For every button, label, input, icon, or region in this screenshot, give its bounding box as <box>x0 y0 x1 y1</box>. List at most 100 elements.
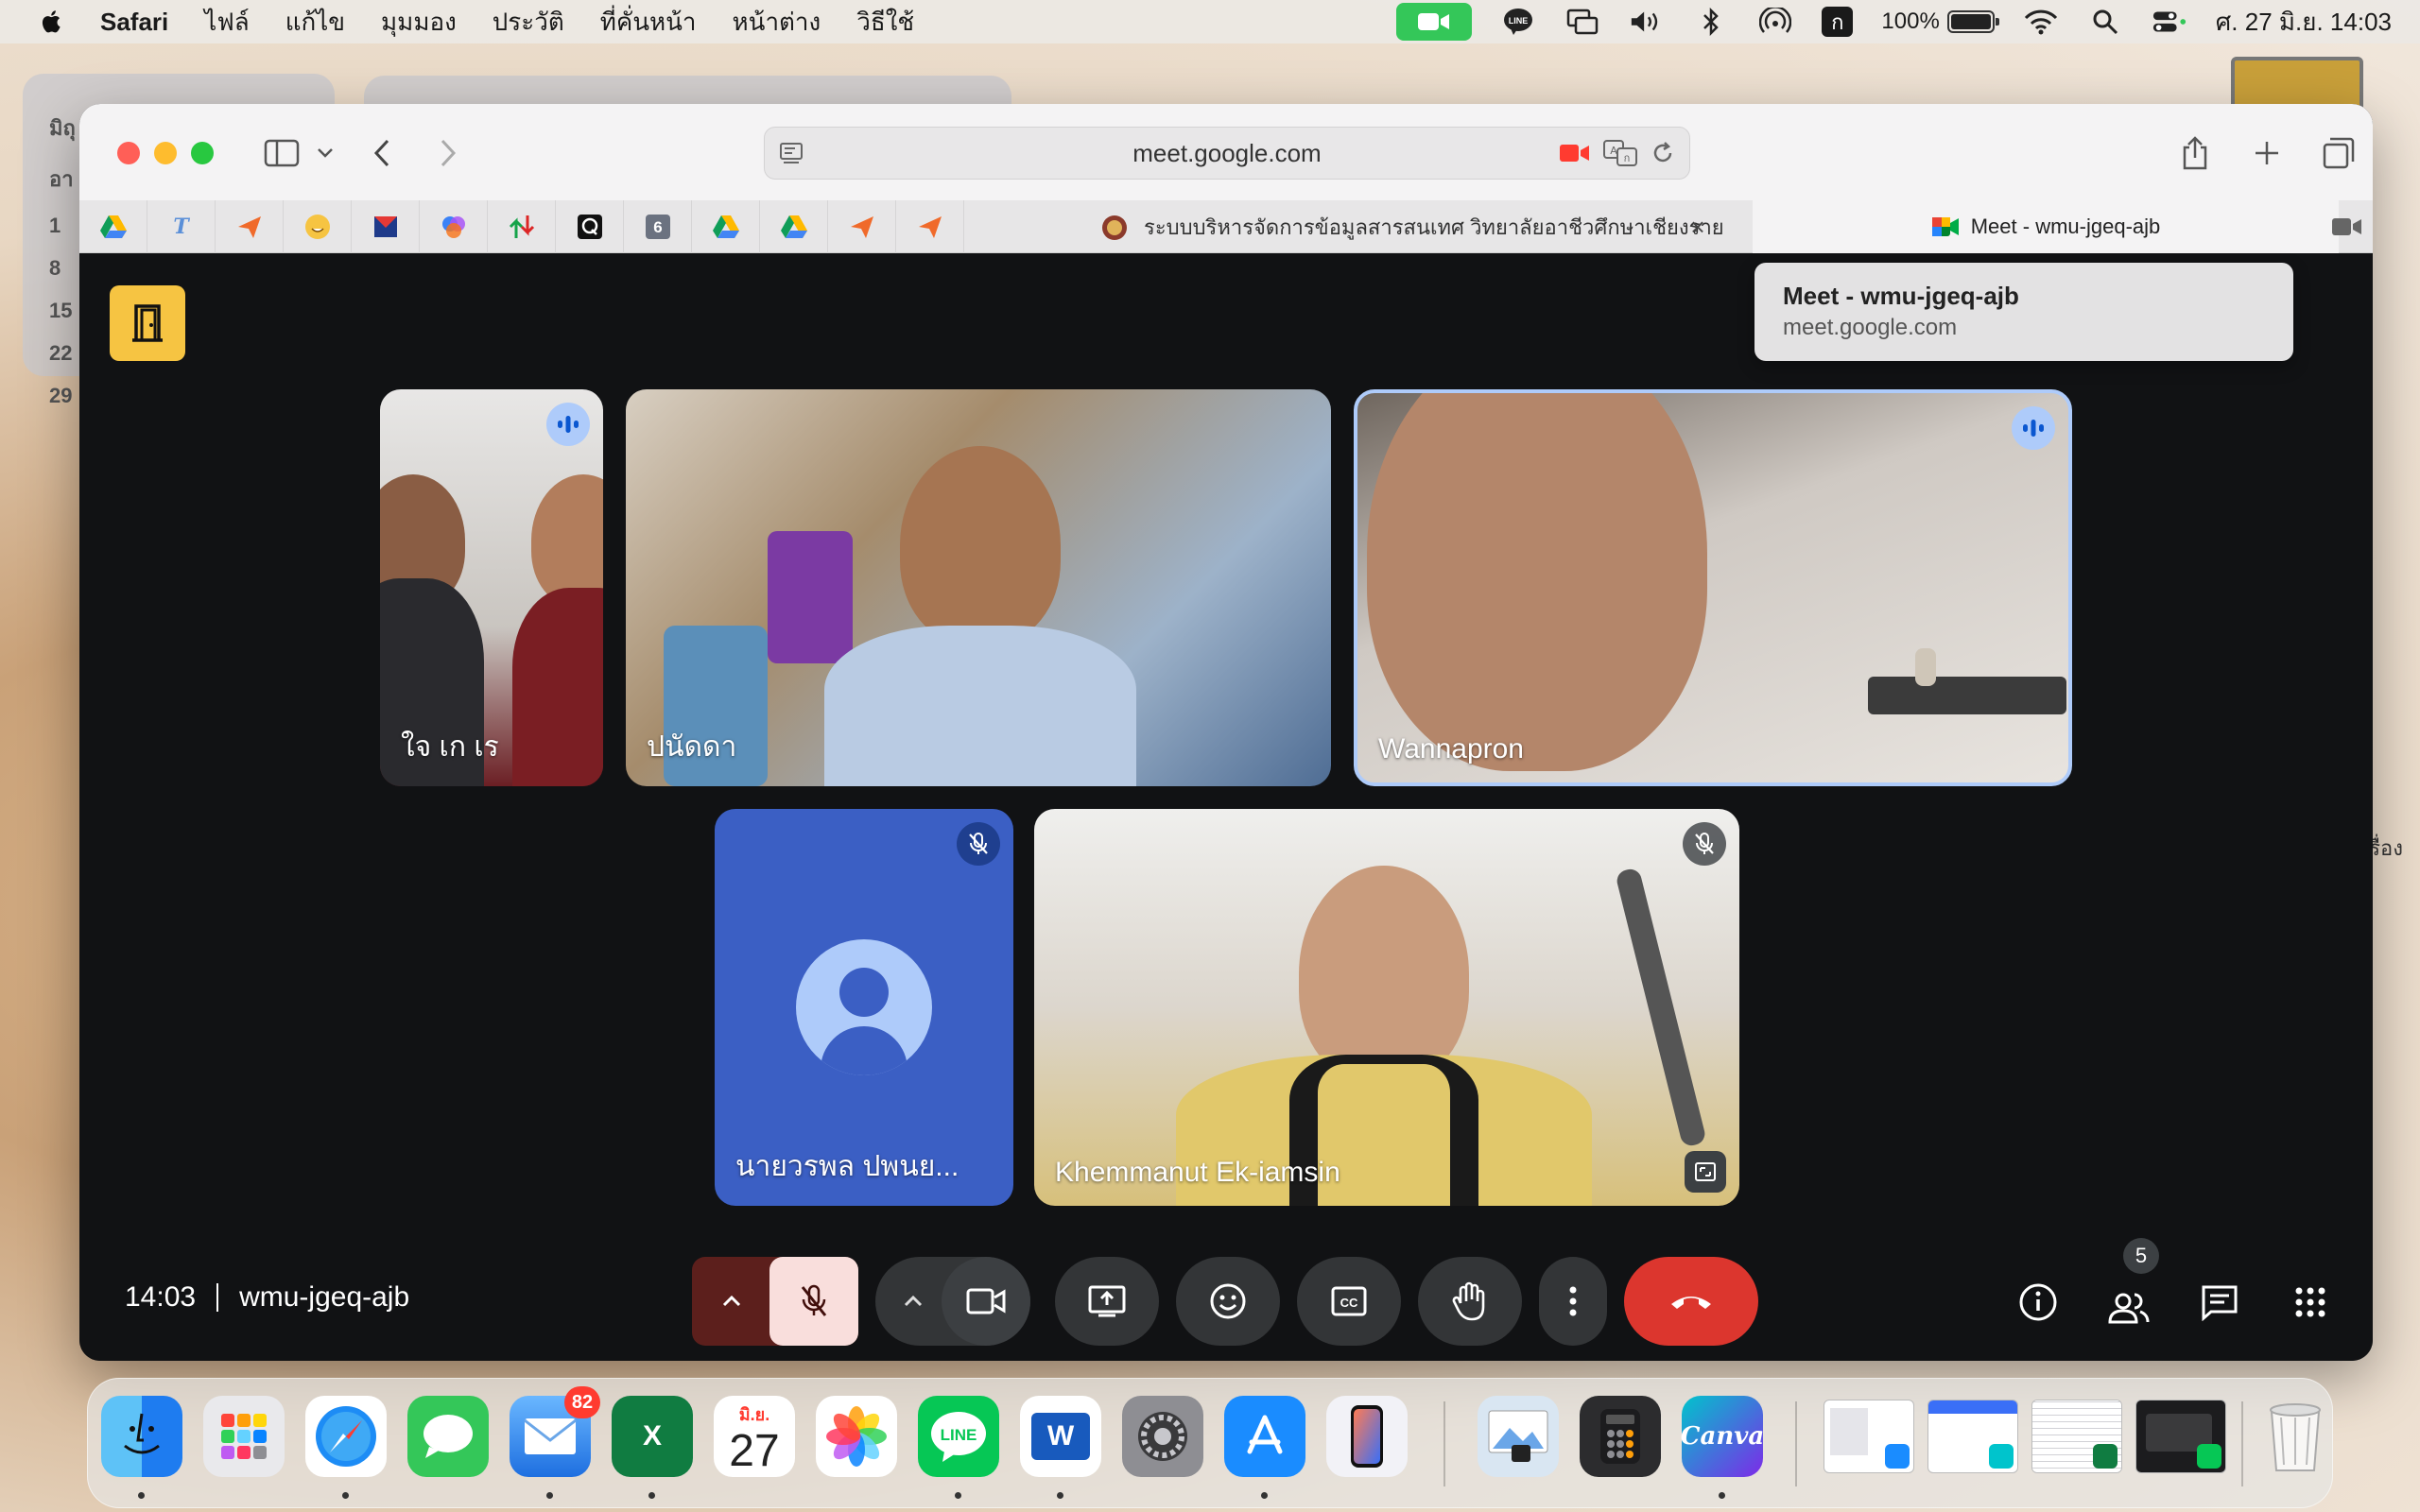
participant-tile[interactable]: Khemmanut Ek-iamsin <box>1034 809 1739 1206</box>
participant-tile[interactable]: ปนัดดา <box>626 389 1331 786</box>
pinned-tab-feather-3[interactable] <box>896 199 964 253</box>
thumbnail-content <box>1928 1400 2017 1414</box>
line-status-icon[interactable]: LINE <box>1500 8 1536 36</box>
microphone-toggle-button[interactable] <box>769 1257 858 1346</box>
menubar-clock[interactable]: ศ. 27 มิ.ย. 14:03 <box>2216 3 2392 42</box>
participant-tile[interactable]: นายวรพล ปพนย... <box>715 809 1013 1206</box>
minimized-window-thumbnail[interactable] <box>2135 1400 2226 1473</box>
wifi-icon[interactable] <box>2023 8 2059 36</box>
reload-icon[interactable] <box>1650 140 1676 166</box>
airdrop-icon[interactable] <box>1757 8 1793 36</box>
raise-hand-button[interactable] <box>1418 1257 1522 1346</box>
chat-button[interactable] <box>2193 1276 2246 1329</box>
translate-icon[interactable]: Aก <box>1602 139 1638 167</box>
chevron-down-icon[interactable] <box>306 134 344 172</box>
pinned-tab-drive-3[interactable] <box>760 199 828 253</box>
minimized-window-thumbnail[interactable] <box>2031 1400 2122 1473</box>
meeting-details-button[interactable] <box>2012 1276 2065 1329</box>
close-window-button[interactable] <box>117 142 140 164</box>
expand-tile-icon[interactable] <box>1685 1151 1726 1193</box>
zoom-window-button[interactable] <box>191 142 214 164</box>
leave-call-button[interactable] <box>1624 1257 1758 1346</box>
bluetooth-icon[interactable] <box>1693 8 1729 36</box>
activities-button[interactable] <box>2284 1276 2337 1329</box>
share-icon[interactable] <box>2176 134 2214 172</box>
dock-excel[interactable]: X <box>612 1396 693 1477</box>
dock-photos[interactable] <box>816 1396 897 1477</box>
camera-recording-icon[interactable] <box>1559 143 1591 163</box>
close-tab-icon[interactable]: × <box>1685 213 1711 241</box>
minimized-window-thumbnail[interactable] <box>1927 1400 2018 1473</box>
pinned-tab-copilot[interactable] <box>420 199 488 253</box>
pinned-tab-m[interactable] <box>352 199 420 253</box>
back-button[interactable] <box>363 134 401 172</box>
spotlight-search-icon[interactable] <box>2087 8 2123 36</box>
menu-help[interactable]: วิธีใช้ <box>856 3 914 42</box>
camera-in-use-icon[interactable] <box>1396 3 1473 41</box>
dock-messages[interactable] <box>407 1396 489 1477</box>
camera-toggle-button[interactable] <box>942 1257 1030 1346</box>
dock-canva[interactable]: Canva <box>1681 1396 1764 1477</box>
pinned-tab-6[interactable]: 6 <box>624 199 692 253</box>
reactions-button[interactable] <box>1176 1257 1280 1346</box>
dock-launchpad[interactable] <box>203 1396 285 1477</box>
apple-menu-icon[interactable] <box>38 8 66 36</box>
minimized-window-thumbnail[interactable] <box>1824 1400 1914 1473</box>
dock-calculator[interactable] <box>1580 1396 1661 1477</box>
captions-button[interactable]: CC <box>1297 1257 1401 1346</box>
dock-app-store[interactable] <box>1224 1396 1305 1477</box>
pinned-tab-drive-2[interactable] <box>692 199 760 253</box>
participant-name: ใจ เก เร <box>401 731 499 763</box>
participant-tile-active-speaker[interactable]: Wannapron <box>1354 389 2072 786</box>
dock-iphone-mirroring[interactable] <box>1326 1396 1408 1477</box>
volume-icon[interactable] <box>1629 8 1665 36</box>
input-source-badge[interactable]: ก <box>1822 7 1854 37</box>
forward-button[interactable] <box>429 134 467 172</box>
dock-calendar[interactable]: มิ.ย. 27 <box>714 1396 795 1477</box>
pinned-tab-q[interactable] <box>556 199 624 253</box>
battery-indicator[interactable]: 100% <box>1881 9 1999 35</box>
dock-trash[interactable] <box>2255 1396 2336 1477</box>
menubar-status-area: LINE ก 100% ศ. 27 มิ.ย. 14:03 <box>1396 0 2392 43</box>
new-tab-icon[interactable] <box>2248 134 2286 172</box>
menu-app-safari[interactable]: Safari <box>100 8 168 37</box>
pinned-tab-arrows[interactable] <box>488 199 556 253</box>
participant-tile[interactable]: ใจ เก เร <box>380 389 603 786</box>
menu-history[interactable]: ประวัติ <box>493 3 564 42</box>
audio-options-button[interactable] <box>692 1257 771 1346</box>
tab-overview-icon[interactable] <box>2320 134 2358 172</box>
more-options-button[interactable] <box>1539 1257 1607 1346</box>
dock-mail[interactable]: 82 <box>510 1386 600 1477</box>
control-center-icon[interactable] <box>2152 8 2187 36</box>
menu-bookmarks[interactable]: ที่คั่นหน้า <box>600 3 697 42</box>
pinned-tab-feather[interactable] <box>216 199 284 253</box>
pinned-tab-emoji[interactable] <box>284 199 352 253</box>
dock-system-settings[interactable] <box>1122 1396 1203 1477</box>
menu-edit[interactable]: แก้ไข <box>285 3 345 42</box>
menu-file[interactable]: ไฟล์ <box>204 3 249 42</box>
pinned-tab-feather-2[interactable] <box>828 199 896 253</box>
dock-safari[interactable] <box>305 1396 387 1477</box>
present-screen-button[interactable] <box>1055 1257 1159 1346</box>
pinned-tab-drive[interactable] <box>79 199 147 253</box>
video-options-button[interactable] <box>875 1257 951 1346</box>
minimize-window-button[interactable] <box>154 142 177 164</box>
dock-finder[interactable] <box>101 1396 182 1477</box>
tab-college-info-system[interactable]: ระบบบริหารจัดการข้อมูลสารสนเทศ วิทยาลัยอ… <box>1015 200 1743 253</box>
dock-line[interactable]: LINE <box>918 1396 999 1477</box>
page-settings-icon[interactable] <box>778 141 804 167</box>
menu-window[interactable]: หน้าต่าง <box>733 3 821 42</box>
people-button[interactable] <box>2102 1276 2155 1329</box>
leave-room-button[interactable] <box>110 285 185 361</box>
dock-preview[interactable] <box>1478 1396 1559 1477</box>
camera-indicator-icon[interactable] <box>2331 215 2363 238</box>
gear-icon <box>1138 1412 1187 1461</box>
sidebar-toggle-icon[interactable] <box>263 134 301 172</box>
menu-view[interactable]: มุมมอง <box>381 3 457 42</box>
meet-content: ใจ เก เร ปนัดดา Wannapron นายวรพล ปพนย..… <box>79 253 2373 1361</box>
address-bar[interactable]: meet.google.com Aก <box>764 127 1690 180</box>
screen-mirroring-icon[interactable] <box>1564 8 1600 36</box>
pinned-tab-t[interactable]: T <box>147 199 216 253</box>
dock-word[interactable]: W <box>1020 1396 1101 1477</box>
tab-meet-active[interactable]: Meet - wmu-jgeq-ajb <box>1753 200 2339 253</box>
